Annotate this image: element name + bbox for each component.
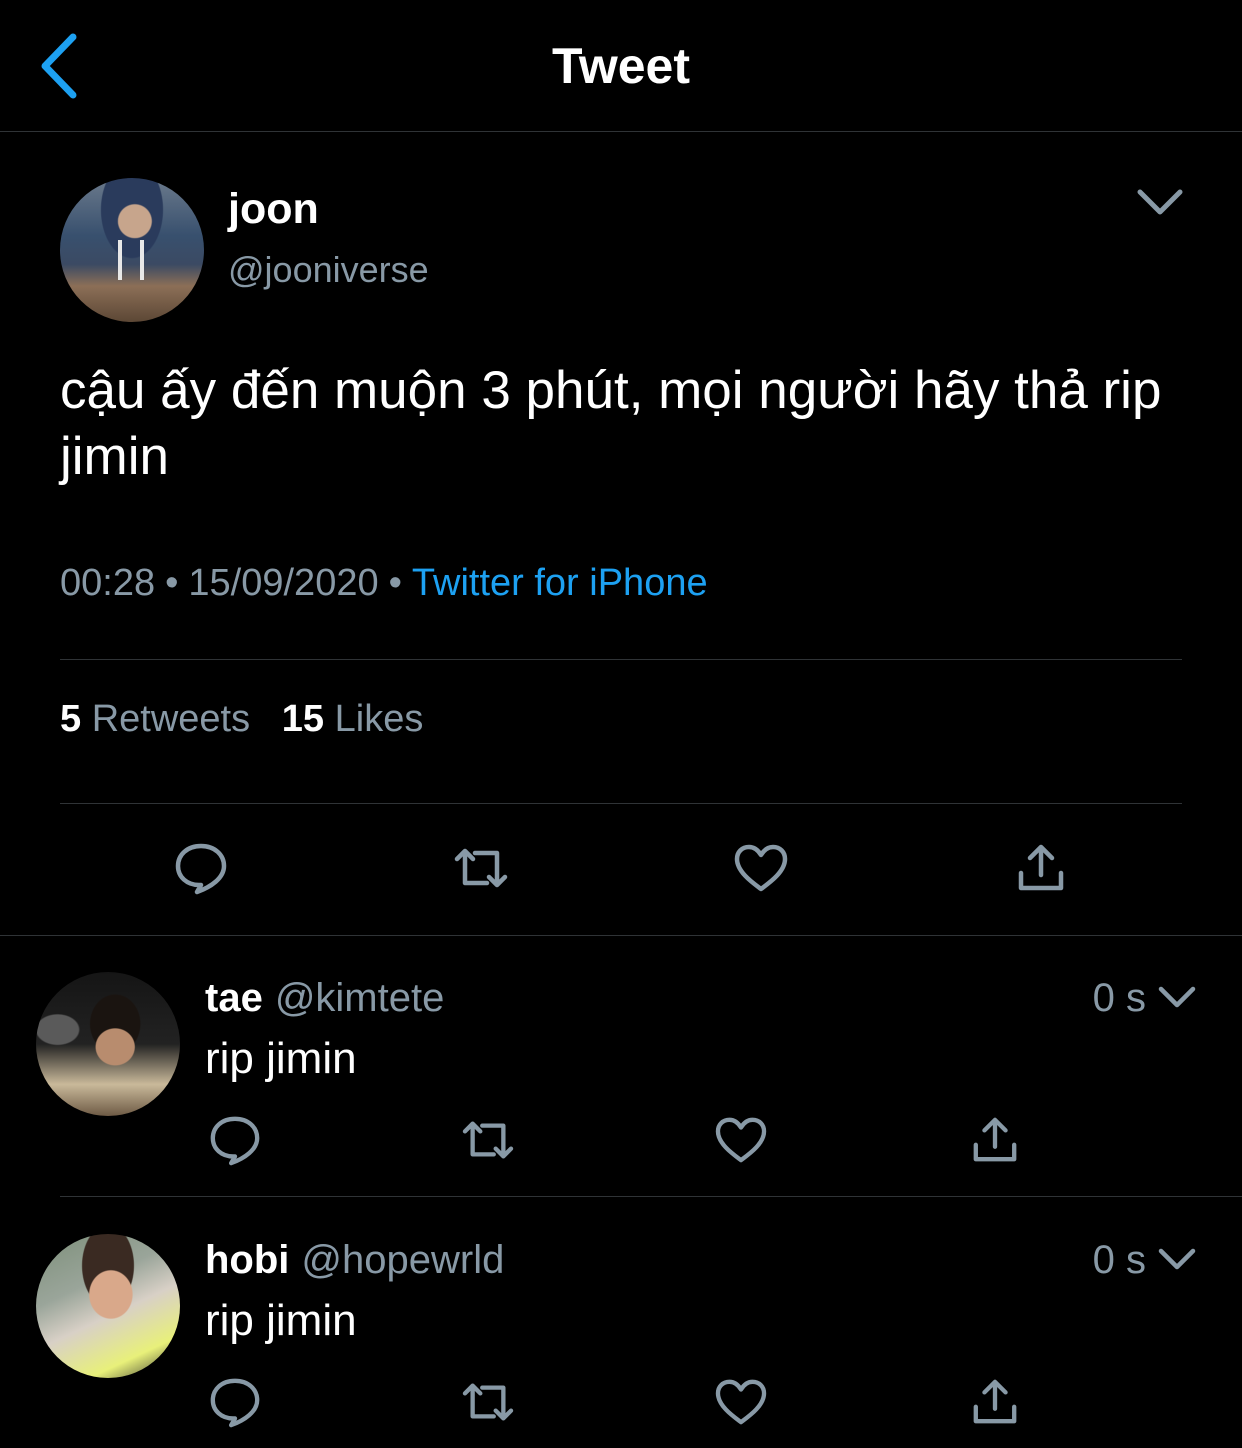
like-button[interactable] [701, 1105, 781, 1175]
reply-options-button[interactable] [1150, 1236, 1204, 1284]
reply-timestamp: 0 s [1092, 976, 1146, 1020]
like-icon [715, 1379, 767, 1425]
reply-header: tae @kimtete [205, 974, 444, 1022]
navigation-bar: Tweet [0, 0, 1242, 132]
retweet-button[interactable] [448, 1105, 528, 1175]
reply-button[interactable] [195, 1367, 275, 1437]
likes-stat[interactable]: 15 Likes [282, 698, 424, 740]
reply-author-handle[interactable]: @kimtete [275, 976, 445, 1020]
divider [60, 1196, 1242, 1197]
meta-separator: • [165, 562, 179, 604]
reply-icon [210, 1378, 260, 1428]
tweet-meta: 00:28 • 15/09/2020 • Twitter for iPhone [60, 560, 708, 606]
tweet-text: cậu ấy đến muộn 3 phút, mọi người hãy th… [60, 361, 1162, 486]
tweet-date: 15/09/2020 [188, 562, 379, 604]
retweets-stat[interactable]: 5 Retweets [60, 698, 250, 740]
reply-button[interactable] [161, 833, 241, 903]
like-label: Likes [334, 698, 424, 740]
chevron-down-icon [1158, 986, 1196, 1008]
divider [60, 659, 1182, 660]
like-icon [715, 1117, 767, 1163]
chevron-down-icon [1137, 189, 1183, 215]
retweet-label: Retweets [91, 698, 251, 740]
chevron-down-icon [1158, 1248, 1196, 1270]
author-avatar[interactable] [60, 178, 204, 322]
page-title: Tweet [552, 38, 690, 94]
retweet-icon [462, 1383, 514, 1421]
meta-separator: • [388, 562, 402, 604]
reply-text: rip jimin [205, 1034, 357, 1083]
like-count: 15 [281, 698, 325, 740]
reply-author-handle[interactable]: @hopewrld [301, 1238, 504, 1282]
reply-author-name[interactable]: hobi [205, 1238, 289, 1282]
share-button[interactable] [955, 1367, 1035, 1437]
share-icon [1018, 844, 1064, 891]
reply-header: hobi @hopewrld [205, 1236, 504, 1284]
divider [0, 935, 1242, 936]
reply-options-button[interactable] [1150, 974, 1204, 1022]
reply-avatar[interactable] [36, 972, 180, 1116]
tweet-source-link[interactable]: Twitter for iPhone [412, 562, 708, 604]
reply-text: rip jimin [205, 1296, 357, 1345]
share-icon [973, 1117, 1017, 1162]
reply-author-name[interactable]: tae [205, 976, 263, 1020]
reply-timestamp: 0 s [1092, 1238, 1146, 1282]
like-button[interactable] [721, 833, 801, 903]
share-button[interactable] [1001, 833, 1081, 903]
share-button[interactable] [955, 1105, 1035, 1175]
like-icon [734, 844, 788, 892]
reply-avatar[interactable] [36, 1234, 180, 1378]
tweet-options-button[interactable] [1130, 178, 1190, 226]
retweet-button[interactable] [448, 1367, 528, 1437]
retweet-icon [462, 1121, 514, 1159]
author-handle[interactable]: @jooniverse [228, 248, 429, 292]
retweet-icon [454, 848, 508, 888]
reply-icon [210, 1116, 260, 1166]
author-name[interactable]: joon [228, 184, 319, 234]
tweet-time: 00:28 [60, 562, 156, 604]
reply-button[interactable] [195, 1105, 275, 1175]
divider [60, 803, 1182, 804]
like-button[interactable] [701, 1367, 781, 1437]
tweet-stats: 5 Retweets 15 Likes [60, 696, 423, 742]
reply-icon [175, 843, 227, 895]
share-icon [973, 1379, 1017, 1424]
retweet-count: 5 [60, 698, 82, 740]
retweet-button[interactable] [441, 833, 521, 903]
